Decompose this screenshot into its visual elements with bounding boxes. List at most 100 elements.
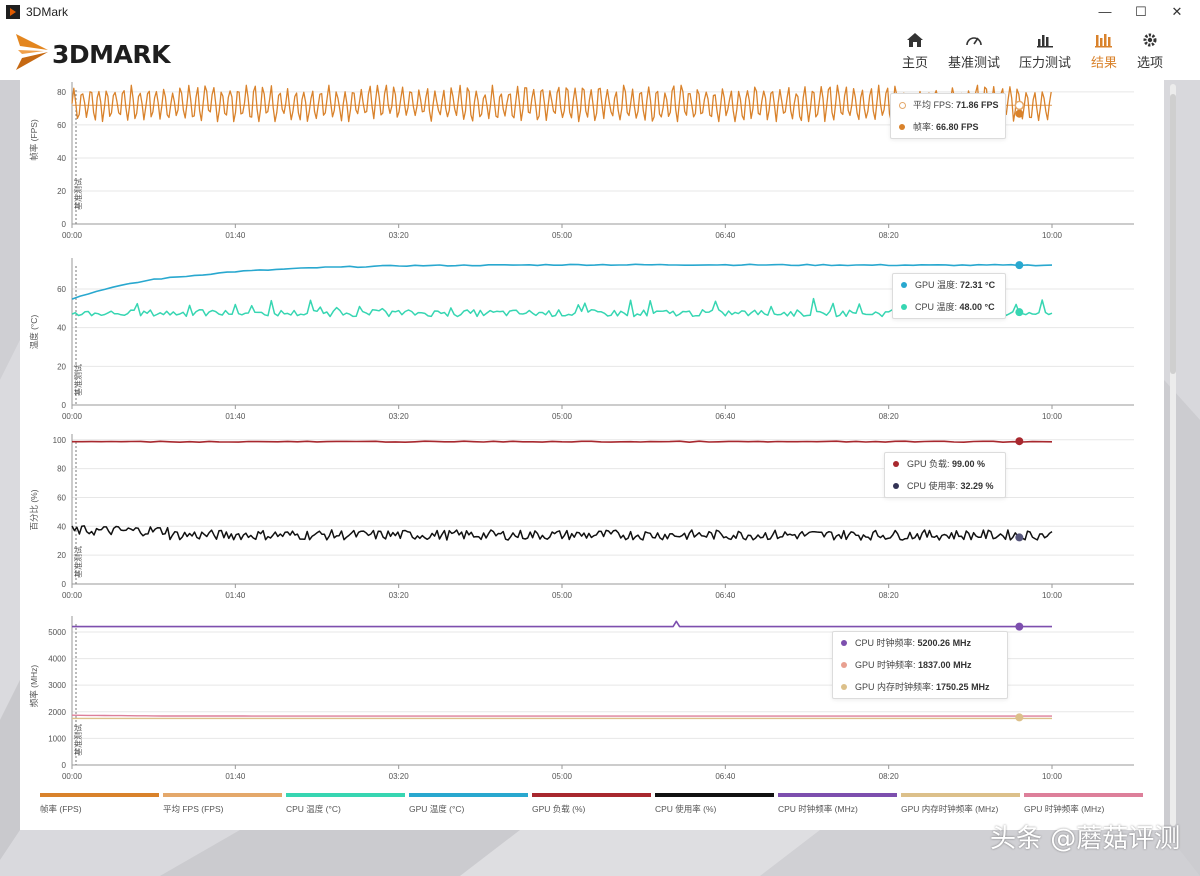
legend-item-cpu-temp[interactable]: CPU 温度 (°C) [286, 793, 405, 815]
gpu-mem-clock-marker [1015, 713, 1024, 722]
y-tick-label: 20 [57, 362, 66, 371]
tooltip-label: CPU 温度 [915, 302, 955, 312]
gpu-load-line [72, 440, 1053, 443]
legend-label: CPU 时钟频率 (MHz) [778, 804, 858, 814]
tooltip-label: 帧率 [913, 122, 932, 132]
x-tick-label: 10:00 [1042, 412, 1063, 421]
nav-options[interactable]: 选项 [1132, 32, 1168, 76]
y-tick-label: 60 [57, 493, 66, 502]
y-tick-label: 5000 [48, 628, 66, 637]
title-bar: 3DMark — ☐ ✕ [0, 0, 1200, 25]
tooltip-value: 1750.25 MHz [936, 682, 990, 692]
tooltip-value: 71.86 FPS [956, 100, 999, 110]
gpu-temp-dot [901, 282, 907, 288]
close-button[interactable]: ✕ [1154, 0, 1200, 24]
legend-item-gpu-mem-clock[interactable]: GPU 内存时钟频率 (MHz) [901, 793, 1020, 815]
legend-label: 帧率 (FPS) [40, 804, 82, 814]
3dmark-logo-icon [16, 34, 48, 70]
nav-benchmarks-label: 基准测试 [947, 55, 1000, 70]
tooltip-value: 1837.00 MHz [918, 660, 972, 670]
tooltip-row-fps: 帧率: 66.80 FPS [891, 116, 1005, 138]
y-tick-label: 2000 [48, 708, 66, 717]
x-tick-label: 01:40 [225, 231, 246, 240]
gauge-icon [966, 37, 982, 46]
nav-benchmarks[interactable]: 基准测试 [944, 32, 1004, 76]
y-tick-label: 60 [57, 121, 66, 130]
legend-swatch [409, 793, 528, 797]
x-tick-label: 06:40 [715, 231, 736, 240]
percentage-tooltip: GPU 负载: 99.00 % CPU 使用率: 32.29 % [884, 452, 1006, 498]
legend-item-gpu-clock[interactable]: GPU 时钟频率 (MHz) [1024, 793, 1143, 815]
stress-bars-icon [1037, 35, 1053, 48]
fps-y-axis-label: 帧率 (FPS) [29, 119, 39, 161]
tooltip-row-cpu-temp: CPU 温度: 48.00 °C [893, 296, 1005, 318]
legend-swatch [40, 793, 159, 797]
nav-home[interactable]: 主页 [896, 32, 934, 76]
scrollbar-thumb[interactable] [1170, 94, 1176, 374]
tooltip-value: 99.00 % [952, 459, 986, 469]
x-tick-label: 08:20 [879, 772, 900, 781]
nav-home-label: 主页 [901, 55, 928, 70]
benchmark-event-label: 基准测试 [73, 178, 83, 210]
tooltip-value: 5200.26 MHz [917, 638, 972, 648]
x-tick-label: 00:00 [62, 591, 83, 600]
tooltip-label: GPU 负载 [907, 459, 948, 469]
y-tick-label: 100 [53, 436, 67, 445]
nav-options-label: 选项 [1136, 55, 1163, 70]
benchmark-event-label: 基准测试 [73, 724, 83, 756]
watermark: 头条 @蘑菇评测 [990, 824, 1181, 854]
x-tick-label: 08:20 [879, 591, 900, 600]
x-tick-label: 08:20 [879, 231, 900, 240]
x-tick-label: 03:20 [389, 231, 410, 240]
cpu-clock-dot [841, 640, 847, 646]
gpu-temp-marker [1015, 261, 1024, 270]
x-tick-label: 03:20 [389, 412, 410, 421]
legend-item-fps[interactable]: 帧率 (FPS) [40, 793, 159, 815]
gpu-clock-dot [841, 662, 847, 668]
cpu-clock-marker [1015, 622, 1024, 631]
x-tick-label: 06:40 [715, 412, 736, 421]
tooltip-label: GPU 内存时钟频率 [855, 682, 932, 692]
cpu-usage-dot [893, 483, 899, 489]
x-tick-label: 05:00 [552, 412, 573, 421]
legend-item-cpu-clock[interactable]: CPU 时钟频率 (MHz) [778, 793, 897, 815]
y-tick-label: 40 [57, 522, 66, 531]
tooltip-label: CPU 时钟频率 [855, 638, 913, 648]
nav-stress-tests[interactable]: 压力测试 [1014, 32, 1076, 76]
x-tick-label: 10:00 [1042, 772, 1063, 781]
tooltip-label: GPU 温度 [915, 280, 956, 290]
legend-swatch [1024, 793, 1143, 797]
y-tick-label: 1000 [48, 734, 66, 743]
tooltip-row-gpu-clock: GPU 时钟频率: 1837.00 MHz [833, 654, 1007, 676]
temperature-y-axis-label: 温度 (°C) [29, 315, 39, 350]
y-tick-label: 0 [62, 220, 67, 229]
home-icon [907, 33, 923, 47]
y-tick-label: 0 [62, 580, 67, 589]
gpu-load-marker [1015, 437, 1024, 446]
gpu-mem-clock-dot [841, 684, 847, 690]
cpu-usage-marker [1015, 533, 1024, 542]
nav-results[interactable]: 结果 [1086, 32, 1122, 76]
x-tick-label: 10:00 [1042, 591, 1063, 600]
vertical-scrollbar[interactable] [1170, 84, 1176, 826]
x-tick-label: 00:00 [62, 772, 83, 781]
tooltip-label: CPU 使用率 [907, 481, 956, 491]
legend-item-avg-fps[interactable]: 平均 FPS (FPS) [163, 793, 282, 815]
x-tick-label: 10:00 [1042, 231, 1063, 240]
app-icon [6, 5, 20, 19]
tooltip-row-gpu-load: GPU 负载: 99.00 % [885, 453, 1005, 475]
legend-item-cpu-usage[interactable]: CPU 使用率 (%) [655, 793, 774, 815]
legend-item-gpu-temp[interactable]: GPU 温度 (°C) [409, 793, 528, 815]
x-tick-label: 00:00 [62, 412, 83, 421]
x-tick-label: 08:20 [879, 412, 900, 421]
3dmark-logo[interactable]: 3DMARK [14, 30, 194, 74]
y-tick-label: 80 [57, 88, 66, 97]
frequency-y-axis-label: 频率 (MHz) [29, 665, 39, 708]
legend-item-gpu-load[interactable]: GPU 负载 (%) [532, 793, 651, 815]
y-tick-label: 0 [62, 761, 67, 770]
y-tick-label: 60 [57, 285, 66, 294]
x-tick-label: 05:00 [552, 591, 573, 600]
x-tick-label: 03:20 [389, 772, 410, 781]
tooltip-row-avg-fps: 平均 FPS: 71.86 FPS [891, 94, 1005, 116]
legend-swatch [778, 793, 897, 797]
